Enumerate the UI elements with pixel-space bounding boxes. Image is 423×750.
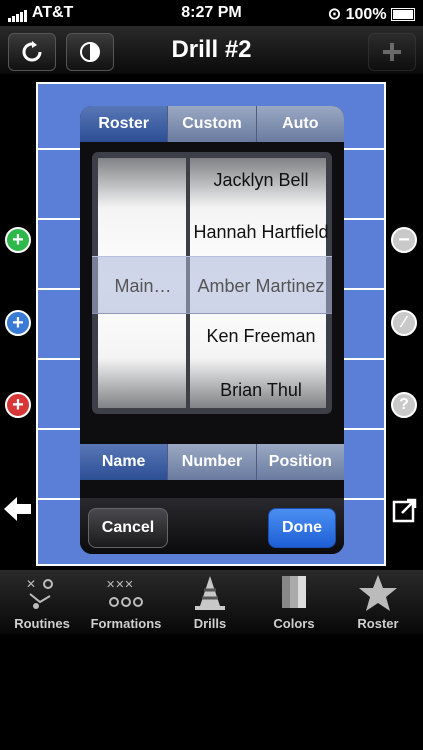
segment-position[interactable]: Position <box>256 444 344 480</box>
cancel-button[interactable]: Cancel <box>88 508 168 548</box>
picker-left-selected: Main… <box>114 276 172 296</box>
tab-label: Colors <box>273 616 315 631</box>
add-button[interactable] <box>368 33 416 71</box>
edit-button[interactable]: ⁄ <box>391 310 417 336</box>
segment-custom[interactable]: Custom <box>168 106 257 142</box>
tab-bar: ✕ Routines ✕✕✕ Formations Drills Colors <box>0 570 423 634</box>
tab-label: Routines <box>14 616 70 631</box>
add-blue-button[interactable]: + <box>5 310 31 336</box>
pencil-icon: ⁄ <box>402 314 406 331</box>
battery: ⊙ 100% <box>328 4 415 24</box>
drills-cone-icon <box>195 576 225 610</box>
svg-text:✕✕✕: ✕✕✕ <box>106 578 134 591</box>
left-arrow-icon <box>4 497 31 521</box>
tab-roster[interactable]: Roster <box>336 570 420 634</box>
dialog-button-bar: Cancel Done <box>80 498 344 554</box>
plus-icon: + <box>12 312 24 334</box>
formations-icon: ✕✕✕ <box>106 578 143 607</box>
svg-text:✕: ✕ <box>26 577 36 591</box>
plus-icon: + <box>12 394 24 416</box>
picker-selected-name: Amber Martinez <box>197 276 325 296</box>
status-bar: AT&T 8:27 PM ⊙ 100% <box>0 0 423 26</box>
routines-icon: ✕ <box>26 577 53 609</box>
segment-roster[interactable]: Roster <box>80 106 169 142</box>
tab-formations[interactable]: ✕✕✕ Formations <box>84 570 168 634</box>
page-title: Drill #2 <box>171 36 252 63</box>
nav-bar: Drill #2 <box>0 26 423 74</box>
segment-name[interactable]: Name <box>80 444 169 480</box>
sort-segmented-control: Name Number Position <box>80 444 344 480</box>
tab-colors[interactable]: Colors <box>252 570 336 634</box>
done-button[interactable]: Done <box>268 508 336 548</box>
add-green-button[interactable]: + <box>5 227 31 253</box>
question-icon: ? <box>399 396 409 413</box>
help-button[interactable]: ? <box>391 392 417 418</box>
export-button[interactable] <box>392 497 418 528</box>
tab-label: Roster <box>357 616 399 631</box>
tab-label: Drills <box>193 616 227 631</box>
plus-icon <box>383 43 401 61</box>
export-icon <box>392 498 417 523</box>
segment-number[interactable]: Number <box>168 444 257 480</box>
tab-drills[interactable]: Drills <box>168 570 252 634</box>
battery-percent: 100% <box>345 6 387 23</box>
remove-button[interactable]: − <box>391 227 417 253</box>
rotation-lock-icon: ⊙ <box>327 6 342 23</box>
back-arrow-button[interactable] <box>4 496 32 527</box>
star-icon <box>359 575 397 611</box>
colors-icon <box>282 576 306 608</box>
source-segmented-control: Roster Custom Auto <box>80 106 344 142</box>
plus-icon: + <box>12 229 24 251</box>
battery-icon <box>391 8 415 22</box>
picker-row[interactable]: Hannah Hartfield <box>186 222 336 243</box>
tab-routines[interactable]: ✕ Routines <box>0 570 84 634</box>
segment-auto[interactable]: Auto <box>256 106 344 142</box>
picker-row[interactable]: Ken Freeman <box>186 326 336 347</box>
tab-label: Formations <box>90 616 162 631</box>
picker-row[interactable]: Jacklyn Bell <box>186 170 336 191</box>
picker-row[interactable]: Brian Thul <box>186 380 336 401</box>
add-red-button[interactable]: + <box>5 392 31 418</box>
minus-icon: − <box>398 229 410 251</box>
